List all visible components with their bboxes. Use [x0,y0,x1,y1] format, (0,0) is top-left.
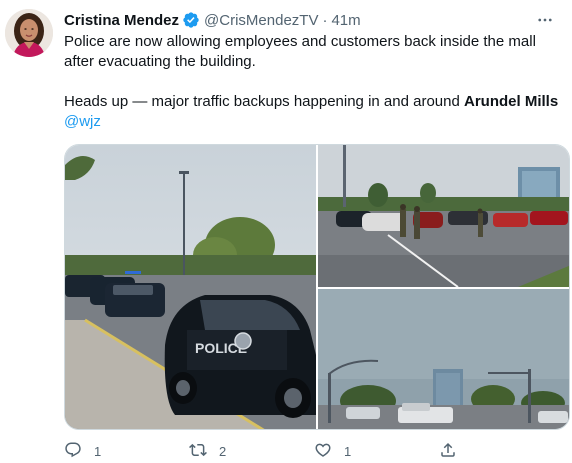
verified-badge-icon [182,11,200,29]
tweet-actions: 1 2 1 [64,440,564,462]
timestamp[interactable]: 41m [331,12,360,29]
media-grid: POLICE [64,144,570,430]
reply-button[interactable]: 1 [64,440,189,462]
share-icon [439,441,457,462]
tweet-text-line1: Police are now allowing employees and cu… [64,33,536,70]
separator-dot: · [322,11,328,29]
author-name[interactable]: Cristina Mendez [64,12,179,29]
like-button[interactable]: 1 [314,440,439,462]
retweet-button[interactable]: 2 [189,440,314,462]
parking-lot-street-lights-photo[interactable] [318,289,569,429]
like-count: 1 [344,443,352,459]
avatar[interactable] [5,9,53,57]
retweet-icon [189,441,207,462]
retweet-count: 2 [219,443,227,459]
officers-parking-lot-photo[interactable] [318,145,569,287]
share-button[interactable] [439,440,564,462]
tweet-text-line2-prefix: Heads up — major traffic backups happeni… [64,93,464,110]
reply-count: 1 [94,443,102,459]
mention-link[interactable]: @wjz [64,113,101,130]
author-handle[interactable]: @CrisMendezTV [204,12,318,29]
location-bold-text: Arundel Mills [463,93,559,110]
police-car-photo[interactable]: POLICE [65,145,316,429]
heart-icon [314,441,332,462]
more-options-icon[interactable] [534,10,556,30]
tweet-header: Cristina Mendez @CrisMendezTV · 41m [64,10,558,30]
tweet-text: Police are now allowing employees and cu… [64,32,564,132]
tweet-text-line2: Heads up — major traffic backups happeni… [64,92,564,112]
reply-icon [64,441,82,462]
